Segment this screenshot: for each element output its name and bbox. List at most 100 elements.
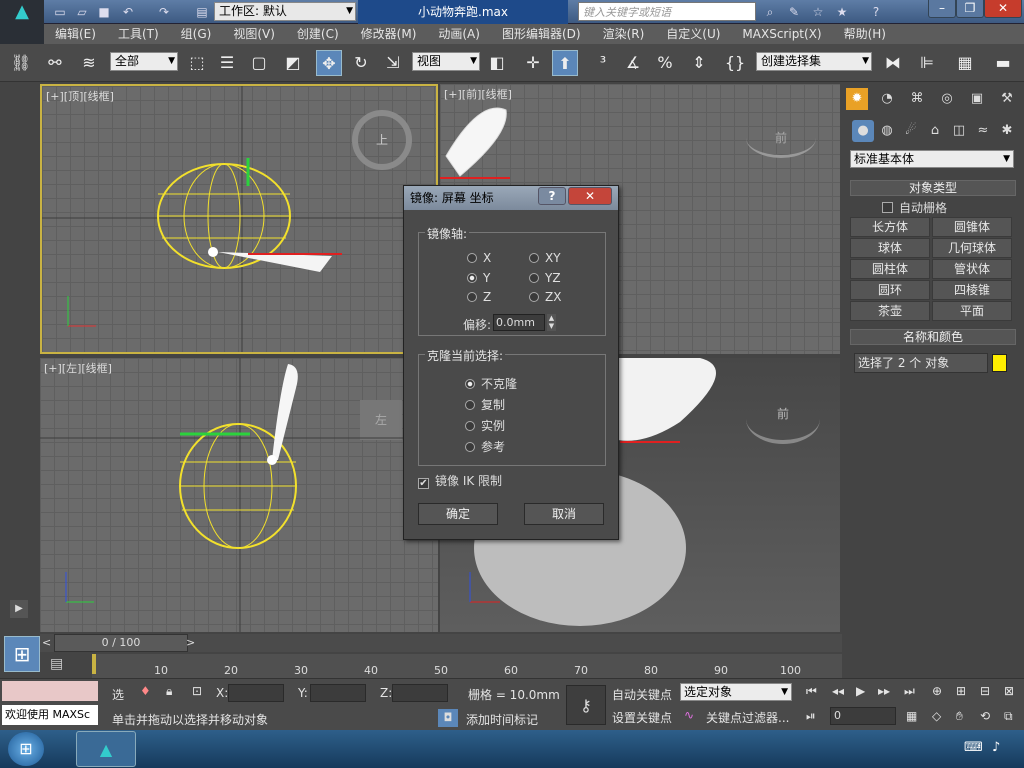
cylinder-button[interactable]: 圆柱体 <box>850 259 930 279</box>
project-folder-icon[interactable]: ▤ <box>194 4 210 20</box>
3dsmax-taskbar-icon[interactable]: ▲ <box>76 731 136 767</box>
cancel-button[interactable]: 取消 <box>524 503 604 525</box>
hierarchy-tab-icon[interactable]: ⌘ <box>906 88 928 110</box>
redo-icon[interactable]: ↷ <box>156 4 172 20</box>
copy-radio[interactable]: 复制 <box>465 396 505 413</box>
offset-spinner[interactable]: ▲ ▼ <box>547 314 556 331</box>
pivot-center-icon[interactable]: ◧ <box>484 50 510 76</box>
object-color-swatch[interactable] <box>992 354 1007 372</box>
time-slider[interactable]: < 0 / 100 > <box>40 634 842 652</box>
menu-tools[interactable]: 工具(T) <box>107 24 170 44</box>
align-icon[interactable]: ⊫ <box>914 50 940 76</box>
percent-snap-icon[interactable]: % <box>652 50 678 76</box>
current-frame-field[interactable]: 0 <box>830 707 896 725</box>
create-tab-icon[interactable]: ✹ <box>846 88 868 110</box>
ok-button[interactable]: 确定 <box>418 503 498 525</box>
zoom-extents-all-icon[interactable]: ⊠ <box>1004 684 1014 698</box>
set-key-button[interactable]: 设置关键点 <box>612 709 672 726</box>
spinner-snap-icon[interactable]: ⇕ <box>686 50 712 76</box>
binoculars-icon[interactable]: ⌕ <box>762 4 778 20</box>
cone-button[interactable]: 圆锥体 <box>932 217 1012 237</box>
select-object-icon[interactable]: ⬚ <box>184 50 210 76</box>
object-type-rollout[interactable]: 对象类型 <box>850 180 1016 196</box>
maximize-viewport-icon[interactable]: ⧉ <box>1004 709 1013 724</box>
time-config-icon[interactable]: ▦ <box>906 709 917 723</box>
instance-radio[interactable]: 实例 <box>465 417 505 434</box>
graphite-tools-icon[interactable]: ▬ <box>990 50 1016 76</box>
minimize-button[interactable]: – <box>928 0 956 18</box>
menu-create[interactable]: 创建(C) <box>286 24 350 44</box>
add-time-tag[interactable]: 添加时间标记 <box>466 711 538 728</box>
new-file-icon[interactable]: ▭ <box>52 4 68 20</box>
maxscript-listener-pink[interactable] <box>2 681 98 701</box>
angle-snap-icon[interactable]: ∡ <box>620 50 646 76</box>
axis-x-radio[interactable]: X <box>467 251 491 265</box>
next-frame-icon[interactable]: > <box>186 634 195 652</box>
menu-views[interactable]: 视图(V) <box>222 24 286 44</box>
mirror-ik-checkbox[interactable]: ✔ 镜像 IK 限制 <box>418 472 502 489</box>
absolute-mode-icon[interactable]: ⊡ <box>192 684 202 698</box>
edit-named-selection-icon[interactable]: {} <box>722 50 748 76</box>
box-button[interactable]: 长方体 <box>850 217 930 237</box>
keyboard-shortcut-override-icon[interactable]: ⬆ <box>552 50 578 76</box>
viewport-layout-icon[interactable]: ⊞ <box>4 636 40 672</box>
select-rotate-icon[interactable]: ↻ <box>348 50 374 76</box>
link-icon[interactable]: ⛓ <box>8 50 34 76</box>
plane-button[interactable]: 平面 <box>932 301 1012 321</box>
spacewarps-icon[interactable]: ≈ <box>972 120 994 142</box>
open-file-icon[interactable]: ▱ <box>74 4 90 20</box>
orbit-icon[interactable]: ⟲ <box>980 709 990 723</box>
mirror-icon[interactable]: ⧓ <box>880 50 906 76</box>
close-button[interactable]: ✕ <box>984 0 1022 18</box>
axis-zx-radio[interactable]: ZX <box>529 290 561 304</box>
zoom-icon[interactable]: ⊕ <box>932 684 942 698</box>
keyboard-tray-icon[interactable]: ⌨ <box>964 740 983 755</box>
goto-end-icon[interactable]: ⏭ <box>904 684 915 699</box>
utilities-tab-icon[interactable]: ⚒ <box>996 88 1018 110</box>
category-dropdown[interactable]: 标准基本体 ▼ <box>850 150 1014 168</box>
menu-group[interactable]: 组(G) <box>170 24 223 44</box>
search-input[interactable]: 键入关键字或短语 <box>578 2 756 21</box>
auto-key-button[interactable]: 自动关键点 <box>612 686 672 703</box>
menu-modifiers[interactable]: 修改器(M) <box>350 24 428 44</box>
time-tag-icon[interactable]: ◘ <box>438 709 458 727</box>
reference-coord-dropdown[interactable]: 视图 ▼ <box>412 52 480 71</box>
axis-z-radio[interactable]: Z <box>467 290 491 304</box>
display-tab-icon[interactable]: ▣ <box>966 88 988 110</box>
set-key-icon[interactable]: ⚷ <box>566 685 606 725</box>
axis-y-radio[interactable]: Y <box>467 271 490 285</box>
teapot-button[interactable]: 茶壶 <box>850 301 930 321</box>
menu-rendering[interactable]: 渲染(R) <box>592 24 656 44</box>
select-scale-icon[interactable]: ⇲ <box>380 50 406 76</box>
prev-frame-icon[interactable]: < <box>42 634 51 652</box>
key-filters-button[interactable]: 关键点过滤器... <box>706 709 789 726</box>
menu-edit[interactable]: 编辑(E) <box>44 24 107 44</box>
select-manipulate-icon[interactable]: ✛ <box>520 50 546 76</box>
leg-mesh[interactable] <box>445 107 507 177</box>
close-button[interactable]: ✕ <box>568 187 612 205</box>
goto-start-icon[interactable]: ⏮ <box>806 684 817 699</box>
leg-mesh[interactable] <box>272 364 298 460</box>
unlink-icon[interactable]: ⚯ <box>42 50 68 76</box>
star-icon[interactable]: ★ <box>834 4 850 20</box>
bind-spacewarp-icon[interactable]: ≋ <box>76 50 102 76</box>
app-logo-icon[interactable]: ▲ <box>0 0 44 24</box>
named-selection-dropdown[interactable]: 创建选择集 ▼ <box>756 52 872 71</box>
axis-xy-radio[interactable]: XY <box>529 251 561 265</box>
selection-filter-dropdown[interactable]: 全部 ▼ <box>110 52 178 71</box>
key-mode-toggle-icon[interactable]: ⏯ <box>806 709 816 724</box>
motion-tab-icon[interactable]: ◎ <box>936 88 958 110</box>
play-icon[interactable]: ▶ <box>856 684 865 698</box>
helpers-icon[interactable]: ◫ <box>948 120 970 142</box>
time-slider-thumb[interactable]: 0 / 100 <box>54 634 188 652</box>
shapes-icon[interactable]: ◍ <box>876 120 898 142</box>
axis-yz-radio[interactable]: YZ <box>529 271 561 285</box>
field-of-view-icon[interactable]: ◇ <box>932 709 941 723</box>
lock-selection-icon[interactable]: 🔒︎ <box>166 684 172 699</box>
viewport-top[interactable]: [+][顶][线框] 上 <box>40 84 438 354</box>
pyramid-button[interactable]: 四棱锥 <box>932 280 1012 300</box>
tube-button[interactable]: 管状体 <box>932 259 1012 279</box>
next-key-icon[interactable]: ▸▸ <box>878 684 890 698</box>
menu-animation[interactable]: 动画(A) <box>427 24 491 44</box>
geometry-icon[interactable]: ● <box>852 120 874 142</box>
